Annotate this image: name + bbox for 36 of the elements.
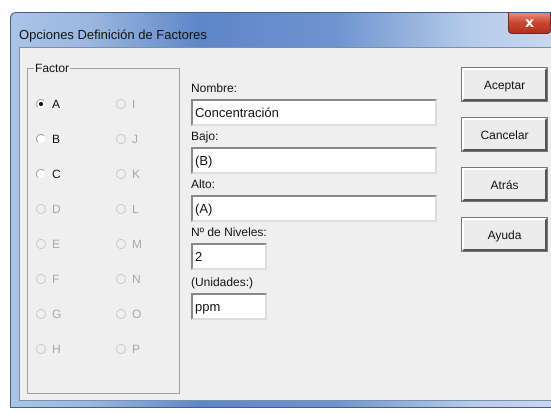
input-field[interactable]: (A) [191,195,437,222]
radio-label: B [52,132,60,146]
input-field[interactable]: (B) [191,147,437,174]
radio-label: G [52,307,62,321]
field-label: Alto: [191,177,216,192]
radio-label: F [52,272,60,286]
radio-label: M [132,237,142,251]
field-label: Nombre: [191,81,238,96]
dialog-button[interactable]: Cancelar [462,118,547,151]
dialog-button[interactable]: Atrás [462,168,547,201]
radio-label: A [52,97,60,111]
dialog-button[interactable]: Ayuda [462,218,547,251]
radio-label: D [52,202,61,216]
radio-label: P [132,342,140,356]
input-field[interactable]: ppm [191,293,267,320]
radio-button[interactable] [36,169,46,179]
radio-label: C [52,167,61,181]
input-field[interactable]: Concentración [191,99,437,126]
dialog-button[interactable]: Aceptar [462,68,547,101]
radio-button[interactable] [36,99,46,109]
group-label: Factor [34,61,70,75]
field-label: (Unidades:) [191,275,254,290]
radio-label: I [132,97,136,111]
radio-label: N [132,272,141,286]
window-title: Opciones Definición de Factores [19,27,207,42]
radio-label: L [132,202,139,216]
radio-button[interactable] [36,134,46,144]
radio-label: J [132,132,138,146]
field-label: Nº de Niveles: [191,225,267,240]
radio-label: H [52,342,61,356]
radio-label: O [132,307,142,321]
radio-label: K [132,167,140,181]
field-label: Bajo: [191,129,218,144]
radio-label: E [52,237,60,251]
input-field[interactable]: 2 [191,243,267,270]
close-button[interactable]: x [508,13,551,34]
